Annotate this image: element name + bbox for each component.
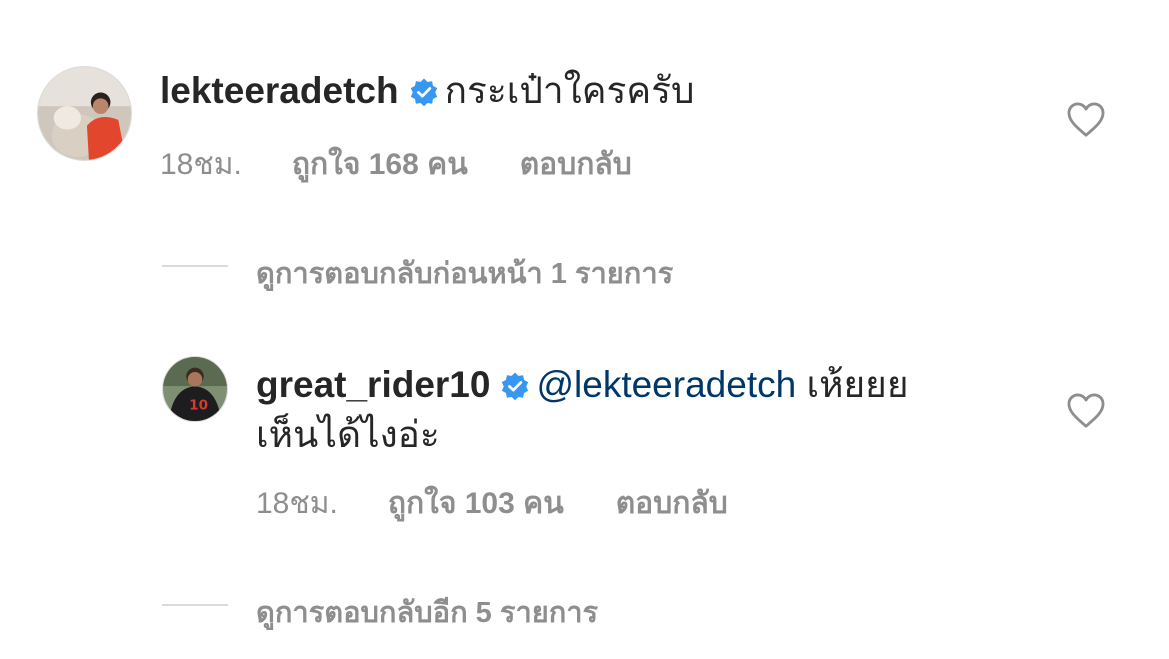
comment-likes-button[interactable]: ถูกใจ 168 คน	[292, 148, 468, 181]
comment-line: lekteeradetch กระเป๋าใครครับ	[160, 68, 694, 114]
comment-text: กระเป๋าใครครับ	[444, 70, 695, 111]
comment-reply-button[interactable]: ตอบกลับ	[520, 148, 632, 181]
view-previous-replies-button[interactable]: ดูการตอบกลับก่อนหน้า 1 รายการ	[256, 250, 673, 296]
reply-time: 18ชม.	[256, 487, 338, 520]
comment-like-heart-icon[interactable]	[1067, 102, 1105, 138]
comment-username[interactable]: lekteeradetch	[160, 70, 399, 111]
comment-avatar[interactable]	[37, 66, 132, 161]
reply-text: เห้ยยย	[806, 364, 909, 405]
comment-meta: 18ชม. ถูกใจ 168 คน ตอบกลับ	[160, 141, 632, 188]
reply-username[interactable]: great_rider10	[256, 364, 490, 405]
reply-mention-link[interactable]: @lekteeradetch	[536, 364, 796, 405]
reply-line: great_rider10 @lekteeradetch เห้ยยย เห็นไ…	[256, 360, 909, 460]
comment-time: 18ชม.	[160, 148, 242, 181]
svg-text:10: 10	[189, 397, 208, 413]
verified-badge-icon	[409, 77, 439, 107]
avatar-photo	[38, 67, 131, 160]
reply-likes-button[interactable]: ถูกใจ 103 คน	[388, 487, 564, 520]
reply-meta: 18ชม. ถูกใจ 103 คน ตอบกลับ	[256, 480, 728, 527]
replies-divider	[162, 265, 228, 267]
reply-reply-button[interactable]: ตอบกลับ	[616, 487, 728, 520]
reply-text-continued: เห็นได้ไงอ่ะ	[256, 414, 440, 455]
reply-avatar[interactable]: 10	[162, 356, 228, 422]
view-more-replies-button[interactable]: ดูการตอบกลับอีก 5 รายการ	[256, 589, 598, 635]
reply-like-heart-icon[interactable]	[1067, 393, 1105, 429]
verified-badge-icon	[500, 371, 530, 401]
avatar-photo: 10	[163, 357, 227, 421]
more-replies-divider	[162, 604, 228, 606]
